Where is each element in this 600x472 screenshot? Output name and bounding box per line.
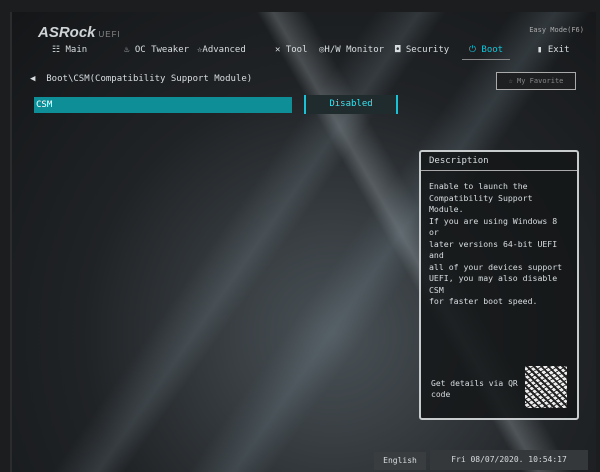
csm-setting-row[interactable]: CSM [34,97,292,113]
tab-main[interactable]: ☷ Main [52,45,87,55]
asrock-logo: ASRock UEFI [38,24,121,41]
tool-icon: ✕ [275,45,281,55]
my-favorite-button[interactable]: ☆ My Favorite [496,72,576,90]
back-arrow-icon[interactable]: ◀ [30,74,35,84]
description-panel: Description Enable to launch the Compati… [419,150,579,420]
qr-code-icon [525,366,567,408]
datetime-display: Fri 08/07/2020. 10:54:17 [430,450,588,470]
exit-icon: ▮ [537,45,543,55]
easy-mode-button[interactable]: Easy Mode(F6) [529,26,584,34]
list-icon: ☷ [52,45,61,55]
tab-advanced[interactable]: ☆Advanced [197,45,246,55]
main-tabs: ☷ Main ♨ OC Tweaker ☆Advanced ✕ Tool ◎H/… [52,45,586,61]
shield-icon: ◘ [395,45,401,55]
tab-hw-monitor[interactable]: ◎H/W Monitor [319,45,384,55]
tab-boot[interactable]: ⏻ Boot [462,45,510,60]
description-text: Enable to launch the Compatibility Suppo… [429,181,563,306]
tab-tool[interactable]: ✕ Tool [275,45,308,55]
flame-icon: ♨ [124,45,130,55]
tab-security[interactable]: ◘ Security [395,45,449,55]
tab-oc-tweaker[interactable]: ♨ OC Tweaker [124,45,189,55]
description-title: Description [421,152,577,171]
bios-screen: ASRock UEFI Easy Mode(F6) ☷ Main ♨ OC Twe… [10,12,596,472]
tab-exit[interactable]: ▮ Exit [537,45,570,55]
csm-value-select[interactable]: Disabled [304,95,398,114]
language-button[interactable]: English [374,452,426,470]
qr-caption: Get details via QR code [431,379,518,399]
breadcrumb: ◀ Boot\CSM(Compatibility Support Module) [30,74,253,84]
power-icon: ⏻ [468,45,476,55]
